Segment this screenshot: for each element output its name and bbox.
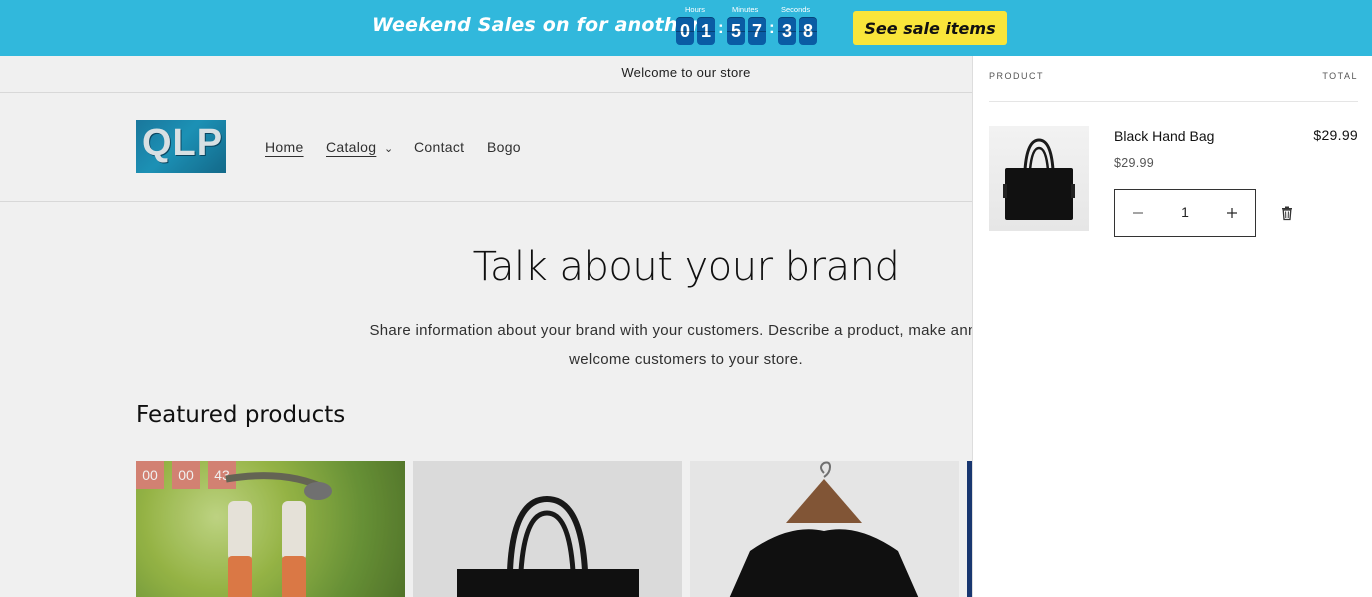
increase-quantity-button[interactable] (1209, 190, 1255, 236)
header-divider (989, 101, 1358, 102)
promo-title: Weekend Sales on for another (372, 14, 701, 36)
hours-digit-1: 0 (676, 17, 694, 45)
minutes-digit-1: 5 (727, 17, 745, 45)
hours-digit-2: 1 (697, 17, 715, 45)
handbag-thumbnail (1003, 138, 1075, 220)
seconds-digit-2: 8 (799, 17, 817, 45)
quantity-input[interactable] (1161, 190, 1209, 234)
cart-item-total: $29.99 (1313, 127, 1358, 143)
plus-icon (1227, 207, 1237, 218)
cart-item-image[interactable] (989, 126, 1089, 231)
hours-label: Hours (685, 5, 706, 14)
trash-icon (1282, 206, 1292, 221)
timer-separator: : (769, 18, 775, 37)
total-column-header: TOTAL (1322, 71, 1358, 81)
remove-item-button[interactable] (1279, 205, 1295, 221)
cart-item-name[interactable]: Black Hand Bag (1114, 128, 1214, 144)
cart-item-price: $29.99 (1114, 156, 1155, 170)
promo-bar: Weekend Sales on for another Hours Minut… (0, 0, 1372, 56)
minutes-label: Minutes (732, 5, 759, 14)
minus-icon (1133, 211, 1143, 214)
quantity-stepper (1114, 189, 1256, 237)
timer-separator: : (718, 18, 724, 37)
decrease-quantity-button[interactable] (1115, 190, 1161, 236)
minutes-digit-2: 7 (748, 17, 766, 45)
cart-drawer: PRODUCT TOTAL Black Hand Bag $29.99 $29.… (972, 56, 1372, 597)
product-column-header: PRODUCT (989, 71, 1044, 81)
seconds-digit-1: 3 (778, 17, 796, 45)
countdown-timer: Hours Minutes Seconds 0 1 : 5 7 : 3 8 (676, 4, 826, 52)
seconds-label: Seconds (781, 5, 811, 14)
see-sale-items-button[interactable]: See sale items (853, 11, 1007, 45)
